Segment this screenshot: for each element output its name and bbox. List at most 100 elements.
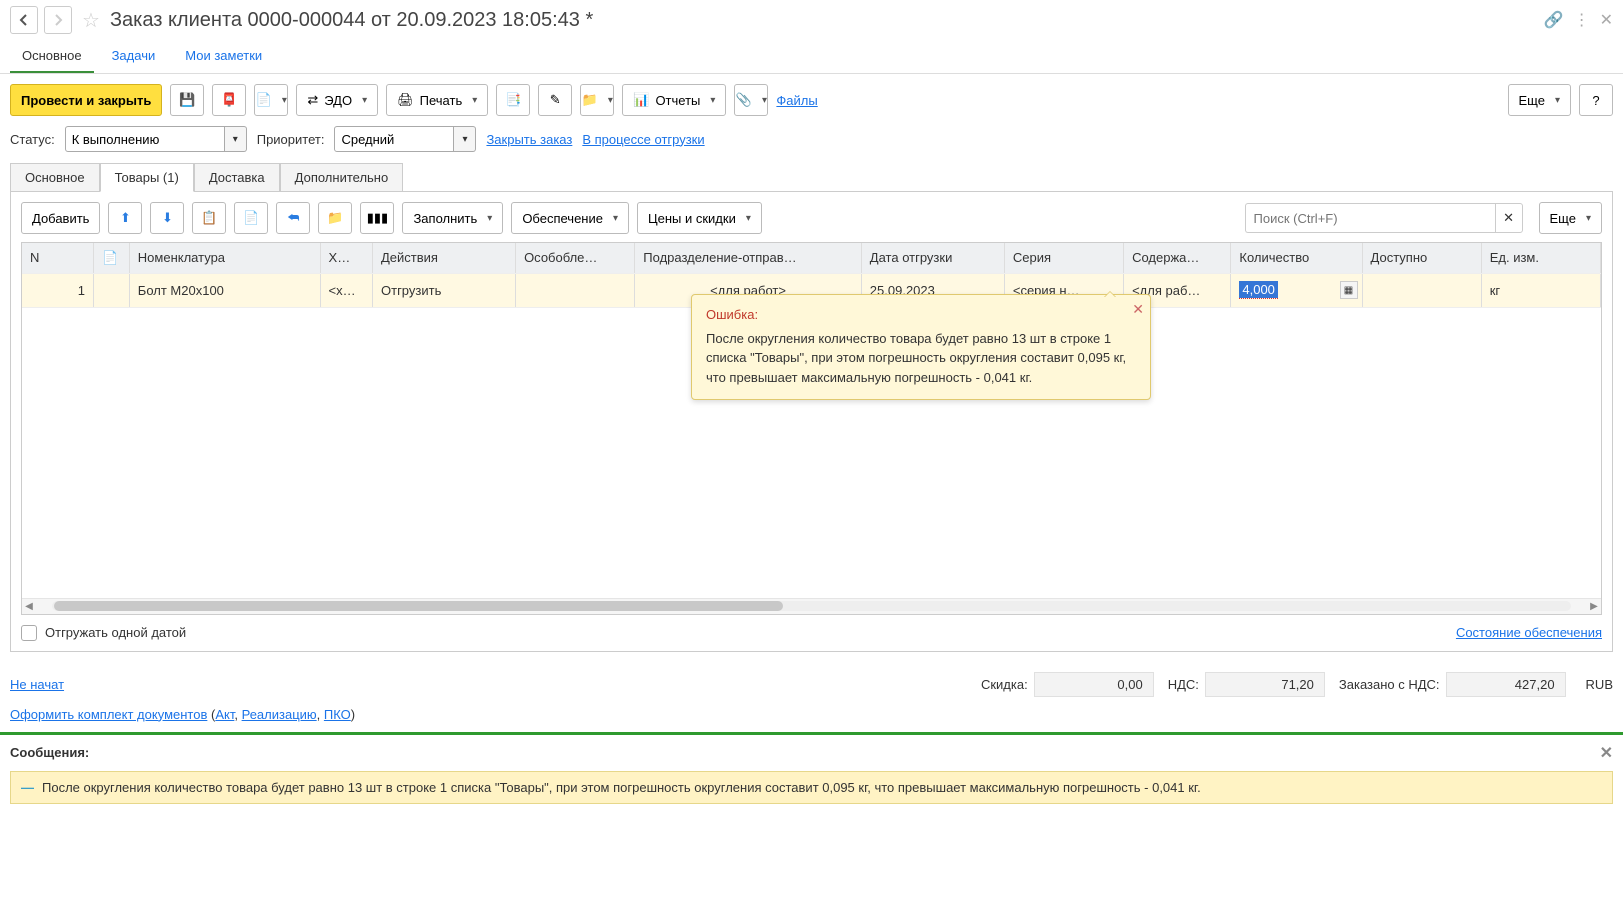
clip-icon: 📎 xyxy=(736,92,752,108)
table-search-input[interactable] xyxy=(1245,203,1495,233)
col-series[interactable]: Серия xyxy=(1004,243,1123,273)
share-button[interactable]: ⮪ xyxy=(276,202,310,234)
in-shipping-link[interactable]: В процессе отгрузки xyxy=(582,132,704,147)
doc-set-link[interactable]: Оформить комплект документов xyxy=(10,707,207,722)
status-dropdown-icon[interactable]: ▾ xyxy=(225,126,247,152)
cell-avail[interactable] xyxy=(1362,273,1481,307)
discount-value: 0,00 xyxy=(1034,672,1154,697)
cell-unit[interactable]: кг xyxy=(1481,273,1600,307)
realization-link[interactable]: Реализацию xyxy=(242,707,317,722)
page-title: Заказ клиента 0000-000044 от 20.09.2023 … xyxy=(110,9,593,32)
edo-button[interactable]: ⇄ЭДО▾ xyxy=(296,84,378,116)
favorite-star-icon[interactable]: ☆ xyxy=(82,8,100,33)
pko-link[interactable]: ПКО xyxy=(324,707,351,722)
act-link[interactable]: Акт xyxy=(215,707,234,722)
cell-osob[interactable] xyxy=(516,273,635,307)
col-shipdate[interactable]: Дата отгрузки xyxy=(861,243,1004,273)
paste-button[interactable]: 📄 xyxy=(234,202,268,234)
scroll-right-icon[interactable]: ▶ xyxy=(1587,601,1601,612)
discount-label: Скидка: xyxy=(981,677,1028,692)
cell-qty[interactable]: 4,000 ▦ xyxy=(1231,273,1362,307)
tab-delivery[interactable]: Доставка xyxy=(194,163,280,192)
nav-back-button[interactable] xyxy=(10,6,38,34)
col-actions[interactable]: Действия xyxy=(373,243,516,273)
link-icon[interactable]: 🔗 xyxy=(1544,10,1564,30)
col-qty[interactable]: Количество xyxy=(1231,243,1362,273)
fill-button[interactable]: Заполнить▾ xyxy=(402,202,503,234)
not-started-link[interactable]: Не начат xyxy=(10,677,64,692)
col-content[interactable]: Содержа… xyxy=(1124,243,1231,273)
more-button[interactable]: Еще▾ xyxy=(1508,84,1571,116)
priority-select[interactable] xyxy=(334,126,454,152)
calculator-icon[interactable]: ▦ xyxy=(1340,281,1358,299)
scroll-left-icon[interactable]: ◀ xyxy=(22,601,36,612)
share-icon: ⮪ xyxy=(287,210,299,226)
reports-button[interactable]: 📊Отчеты▾ xyxy=(622,84,726,116)
error-title: Ошибка: xyxy=(706,305,1136,325)
create-based-icon: 📄 xyxy=(256,92,272,108)
vat-value: 71,20 xyxy=(1205,672,1325,697)
cell-nomen[interactable]: Болт М20х100 xyxy=(129,273,320,307)
navtab-main[interactable]: Основное xyxy=(10,40,94,73)
error-close-icon[interactable]: ✕ xyxy=(1132,299,1144,320)
tab-main[interactable]: Основное xyxy=(10,163,100,192)
single-date-checkbox[interactable] xyxy=(21,625,37,641)
priority-dropdown-icon[interactable]: ▾ xyxy=(454,126,476,152)
table-header-row: N 📄 Номенклатура Х… Действия Особобле… П… xyxy=(22,243,1601,273)
col-osob[interactable]: Особобле… xyxy=(516,243,635,273)
col-char[interactable]: Х… xyxy=(320,243,372,273)
col-unit[interactable]: Ед. изм. xyxy=(1481,243,1600,273)
cell-char[interactable]: <х… xyxy=(320,273,372,307)
toolbar-icon-2[interactable]: ✎ xyxy=(538,84,572,116)
col-nomen[interactable]: Номенклатура xyxy=(129,243,320,273)
col-dept[interactable]: Подразделение-отправ… xyxy=(635,243,862,273)
table-more-button[interactable]: Еще▾ xyxy=(1539,202,1602,234)
supply-button[interactable]: Обеспечение▾ xyxy=(511,202,629,234)
paste-icon: 📄 xyxy=(243,210,259,226)
single-date-label: Отгружать одной датой xyxy=(45,625,186,640)
search-clear-button[interactable]: ✕ xyxy=(1495,203,1523,233)
col-avail[interactable]: Доступно xyxy=(1362,243,1481,273)
move-up-button[interactable]: ⬆ xyxy=(108,202,142,234)
cell-n: 1 xyxy=(22,273,94,307)
horizontal-scrollbar[interactable]: ◀ ▶ xyxy=(22,598,1601,614)
messages-close-icon[interactable]: ✕ xyxy=(1600,743,1613,763)
toolbar-icon-1[interactable]: 📑 xyxy=(496,84,530,116)
message-item[interactable]: — После округления количество товара буд… xyxy=(10,771,1613,804)
supply-state-link[interactable]: Состояние обеспечения xyxy=(1456,625,1602,640)
save-button[interactable]: 💾 xyxy=(170,84,204,116)
col-n[interactable]: N xyxy=(22,243,94,273)
move-down-button[interactable]: ⬇ xyxy=(150,202,184,234)
attach-button[interactable]: 📎▾ xyxy=(734,84,768,116)
prices-button[interactable]: Цены и скидки▾ xyxy=(637,202,762,234)
nav-forward-button[interactable] xyxy=(44,6,72,34)
tab-goods[interactable]: Товары (1) xyxy=(100,163,194,192)
message-text: После округления количество товара будет… xyxy=(42,780,1201,795)
reports-icon: 📊 xyxy=(633,92,649,108)
folder-button[interactable]: 📁 xyxy=(318,202,352,234)
copy-button[interactable]: 📋 xyxy=(192,202,226,234)
status-select[interactable] xyxy=(65,126,225,152)
post-button[interactable]: 📮 xyxy=(212,84,246,116)
close-window-icon[interactable]: ✕ xyxy=(1600,10,1613,30)
priority-label: Приоритет: xyxy=(257,132,325,147)
tab-extra[interactable]: Дополнительно xyxy=(280,163,404,192)
close-order-link[interactable]: Закрыть заказ xyxy=(486,132,572,147)
save-icon: 💾 xyxy=(179,92,195,108)
files-link[interactable]: Файлы xyxy=(776,93,817,108)
navtab-tasks[interactable]: Задачи xyxy=(100,40,168,73)
create-based-button[interactable]: 📄▾ xyxy=(254,84,288,116)
barcode-button[interactable]: ▮▮▮ xyxy=(360,202,394,234)
more-menu-icon[interactable]: ⋮ xyxy=(1574,10,1590,30)
scrollbar-thumb[interactable] xyxy=(54,601,783,611)
vat-label: НДС: xyxy=(1168,677,1199,692)
help-button[interactable]: ? xyxy=(1579,84,1613,116)
col-mark-icon[interactable]: 📄 xyxy=(94,243,130,273)
navtab-notes[interactable]: Мои заметки xyxy=(173,40,274,73)
add-row-button[interactable]: Добавить xyxy=(21,202,100,234)
cell-action[interactable]: Отгрузить xyxy=(373,273,516,307)
print-button[interactable]: 🖨Печать▾ xyxy=(386,84,488,116)
edo-icon: ⇄ xyxy=(307,92,318,108)
toolbar-icon-3[interactable]: 📁▾ xyxy=(580,84,614,116)
post-and-close-button[interactable]: Провести и закрыть xyxy=(10,84,162,116)
